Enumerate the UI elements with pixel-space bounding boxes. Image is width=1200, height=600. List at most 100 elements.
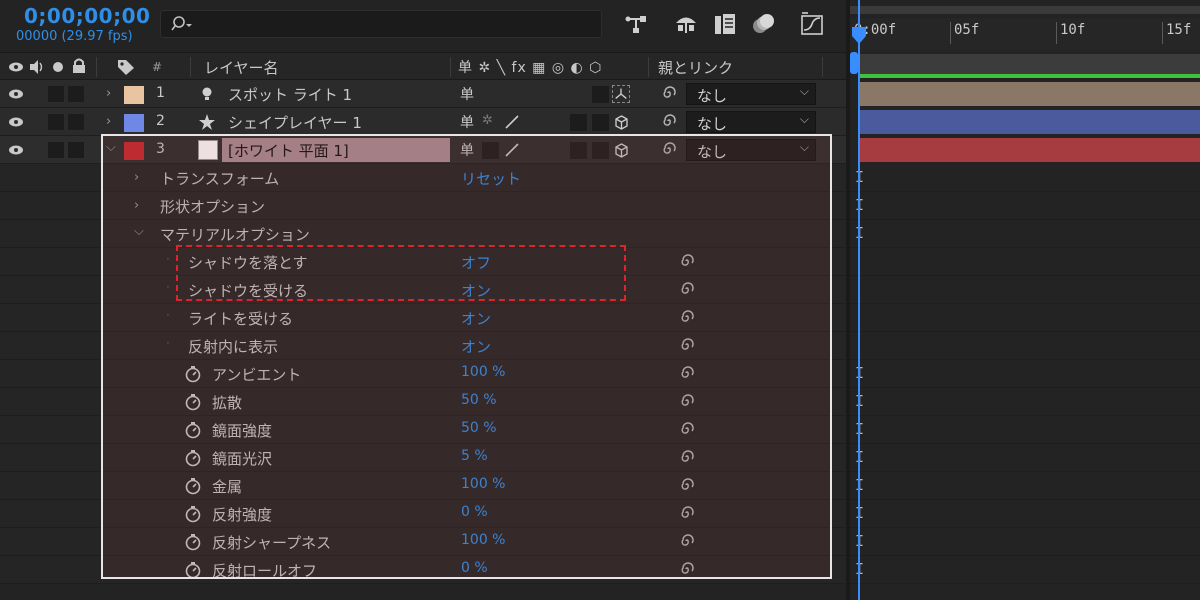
pick-whip-icon[interactable] xyxy=(678,476,696,494)
3d-cube-icon[interactable] xyxy=(613,114,630,131)
pick-whip-icon[interactable] xyxy=(678,420,696,438)
eye-icon[interactable] xyxy=(8,87,24,101)
layer-row-2[interactable]: › 2 シェイプレイヤー 1 单 ✲ なし ⌵ xyxy=(0,108,846,136)
transform-group[interactable]: › トランスフォーム リセット xyxy=(0,164,846,192)
stopwatch-icon[interactable] xyxy=(184,505,202,523)
pick-whip-icon[interactable] xyxy=(678,560,696,578)
lock-icon[interactable] xyxy=(72,58,86,74)
reset-link[interactable]: リセット xyxy=(461,168,521,189)
stopwatch-icon[interactable] xyxy=(184,533,202,551)
video-switch-icon[interactable] xyxy=(8,61,24,73)
property-value[interactable]: オン xyxy=(461,336,491,357)
pick-whip-icon[interactable] xyxy=(678,252,696,270)
expand-chevron-icon[interactable]: › xyxy=(106,86,111,101)
pick-whip-icon[interactable] xyxy=(678,364,696,382)
lock-cell[interactable] xyxy=(68,142,84,158)
composition-flowchart-icon[interactable] xyxy=(622,10,650,38)
property-value[interactable]: 100 % xyxy=(461,476,505,492)
layer-name-header[interactable]: レイヤー名 xyxy=(204,57,279,78)
property-value[interactable]: 0 % xyxy=(461,504,488,520)
pick-whip-icon[interactable] xyxy=(678,532,696,550)
solo-cell[interactable] xyxy=(48,86,64,102)
frame-blending-icon[interactable] xyxy=(711,10,739,38)
layer-name[interactable]: シェイプレイヤー 1 xyxy=(228,112,362,133)
stopwatch-icon[interactable] xyxy=(184,477,202,495)
parent-dropdown[interactable]: なし ⌵ xyxy=(686,83,816,105)
switch-cell[interactable] xyxy=(592,142,609,159)
time-navigator[interactable] xyxy=(850,6,1200,14)
solo-cell[interactable] xyxy=(48,142,64,158)
pick-whip-icon[interactable] xyxy=(660,112,678,130)
property-value[interactable]: 50 % xyxy=(461,420,497,436)
property-value[interactable]: 0 % xyxy=(461,560,488,576)
parent-dropdown[interactable]: なし ⌵ xyxy=(686,139,816,161)
collapse-chevron-icon[interactable]: ⌵ xyxy=(134,224,144,239)
3d-cube-icon[interactable] xyxy=(613,142,630,159)
layer-search-input[interactable] xyxy=(160,10,602,38)
property-value[interactable]: オン xyxy=(461,280,491,301)
pick-whip-icon[interactable] xyxy=(678,392,696,410)
quality-icon[interactable] xyxy=(504,114,520,130)
pick-whip-icon[interactable] xyxy=(678,308,696,326)
work-area-start-handle[interactable] xyxy=(850,52,858,74)
eye-icon[interactable] xyxy=(8,115,24,129)
layer-name[interactable]: [ホワイト 平面 1] xyxy=(228,140,349,161)
switch-cell[interactable] xyxy=(570,114,587,131)
property-value[interactable]: 5 % xyxy=(461,448,488,464)
collapse-chevron-icon[interactable]: ⌵ xyxy=(106,140,116,155)
audio-switch-icon[interactable] xyxy=(28,59,46,75)
layer-name[interactable]: スポット ライト 1 xyxy=(228,84,352,105)
label-color-swatch[interactable] xyxy=(124,114,144,132)
stopwatch-icon[interactable] xyxy=(184,365,202,383)
lock-cell[interactable] xyxy=(68,114,84,130)
layer-bar-2[interactable] xyxy=(860,110,1200,134)
material-options-group[interactable]: ⌵ マテリアルオプション xyxy=(0,220,846,248)
lock-cell[interactable] xyxy=(68,86,84,102)
pick-whip-icon[interactable] xyxy=(678,336,696,354)
solo-cell[interactable] xyxy=(48,114,64,130)
solo-switch-icon[interactable] xyxy=(52,61,64,73)
label-tag-icon[interactable] xyxy=(116,58,136,76)
geometry-options-group[interactable]: › 形状オプション xyxy=(0,192,846,220)
property-value[interactable]: オフ xyxy=(461,252,491,273)
property-value[interactable]: 50 % xyxy=(461,392,497,408)
shy-switch-icon[interactable]: 单 xyxy=(460,112,474,132)
3d-layer-icon[interactable] xyxy=(612,85,630,103)
quality-icon[interactable] xyxy=(504,142,520,158)
parent-link-header[interactable]: 親とリンク xyxy=(658,57,733,78)
expand-chevron-icon[interactable]: › xyxy=(134,170,139,185)
label-color-swatch[interactable] xyxy=(124,86,144,104)
graph-editor-icon[interactable] xyxy=(798,10,826,38)
pick-whip-icon[interactable] xyxy=(678,448,696,466)
stopwatch-icon[interactable] xyxy=(184,393,202,411)
work-area-bar[interactable] xyxy=(860,54,1200,74)
layer-bar-1[interactable] xyxy=(860,82,1200,106)
parent-dropdown[interactable]: なし ⌵ xyxy=(686,111,816,133)
collapse-transform-icon[interactable]: ✲ xyxy=(482,113,493,128)
pick-whip-icon[interactable] xyxy=(660,84,678,102)
expand-chevron-icon[interactable]: › xyxy=(134,198,139,213)
pick-whip-icon[interactable] xyxy=(678,504,696,522)
pick-whip-icon[interactable] xyxy=(660,140,678,158)
motion-blur-icon[interactable] xyxy=(749,10,777,38)
property-value[interactable]: オン xyxy=(461,308,491,329)
stopwatch-icon[interactable] xyxy=(184,421,202,439)
stopwatch-icon[interactable] xyxy=(184,561,202,579)
layer-bar-3[interactable] xyxy=(860,138,1200,162)
property-value[interactable]: 100 % xyxy=(461,364,505,380)
property-value[interactable]: 100 % xyxy=(461,532,505,548)
expand-chevron-icon[interactable]: › xyxy=(106,114,111,129)
shy-switch-icon[interactable]: 单 xyxy=(460,140,474,160)
stopwatch-icon[interactable] xyxy=(184,449,202,467)
shy-layers-icon[interactable] xyxy=(672,10,700,38)
current-time-display[interactable]: 0;00;00;00 xyxy=(24,4,150,28)
switch-cell[interactable] xyxy=(592,114,609,131)
pick-whip-icon[interactable] xyxy=(678,280,696,298)
switch-cell[interactable] xyxy=(482,142,499,159)
eye-icon[interactable] xyxy=(8,143,24,157)
work-area-indicator[interactable] xyxy=(860,74,1200,78)
playhead-handle-icon[interactable] xyxy=(851,26,867,46)
layer-row-1[interactable]: › 1 スポット ライト 1 单 なし ⌵ xyxy=(0,80,846,108)
shy-switch-icon[interactable]: 单 xyxy=(460,84,474,104)
time-ruler[interactable] xyxy=(850,18,1200,52)
